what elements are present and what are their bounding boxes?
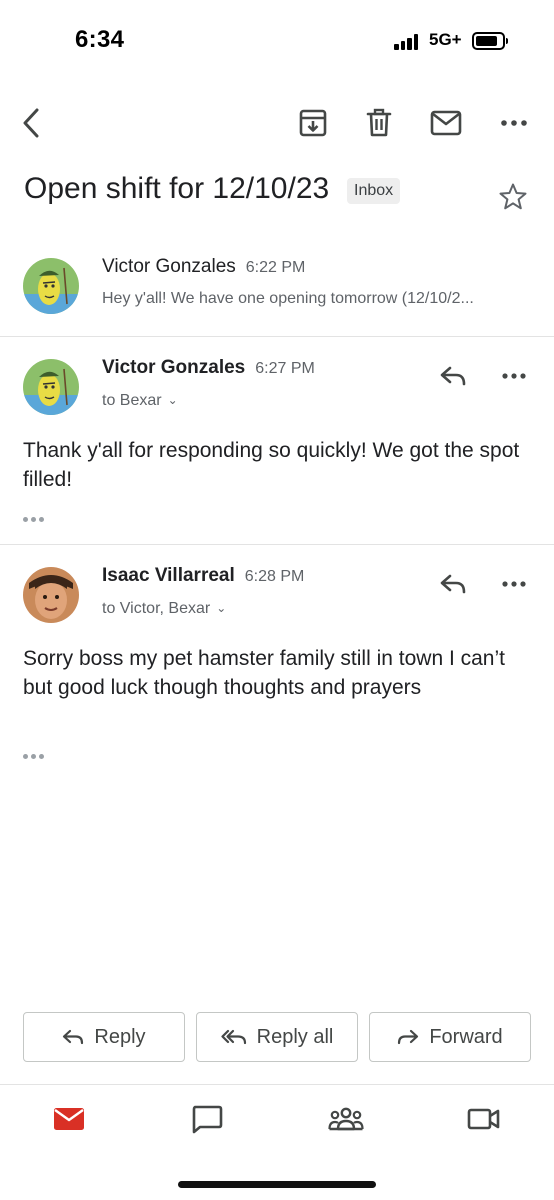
message-snippet: Hey y'all! We have one opening tomorrow … [102, 290, 474, 307]
toolbar [0, 95, 554, 151]
home-indicator[interactable] [178, 1181, 376, 1188]
message-body: Thank y'all for responding so quickly! W… [23, 439, 520, 491]
message-time: 6:28 PM [244, 568, 305, 585]
message-body: Sorry boss my pet hamster family still i… [23, 647, 505, 699]
reply-all-button[interactable]: Reply all [196, 1012, 358, 1062]
sender-label: Victor Gonzales [102, 256, 236, 277]
chat-icon[interactable] [183, 1101, 231, 1137]
email-subject: Open shift for 12/10/23 [24, 172, 330, 205]
sender-name: Victor Gonzales 6:22 PM [102, 256, 305, 278]
signal-icon [394, 34, 422, 50]
avatar [23, 359, 79, 415]
archive-icon[interactable] [293, 103, 333, 143]
message-collapsed[interactable]: Victor Gonzales 6:22 PM Hey y'all! We hav… [0, 250, 554, 336]
reply-icon[interactable] [433, 356, 473, 396]
inbox-label[interactable]: Inbox [347, 178, 401, 204]
message-time: 6:22 PM [245, 259, 306, 276]
avatar [23, 567, 79, 623]
recipients-toggle[interactable]: to Bexar ⌄ [102, 392, 178, 410]
battery-icon [472, 32, 508, 50]
sender-label: Victor Gonzales [102, 357, 246, 378]
reply-button[interactable]: Reply [23, 1012, 185, 1062]
sender-name: Victor Gonzales 6:27 PM [102, 357, 315, 379]
recipients-toggle[interactable]: to Victor, Bexar ⌄ [102, 600, 226, 618]
show-trimmed-content-icon[interactable] [23, 512, 53, 526]
mark-unread-icon[interactable] [426, 103, 466, 143]
reply-icon [63, 1029, 84, 1045]
mail-icon[interactable] [45, 1101, 93, 1137]
forward-label: Forward [429, 1025, 503, 1048]
reply-all-icon [221, 1029, 246, 1045]
forward-icon [398, 1029, 419, 1045]
message-expanded: Isaac Villarreal 6:28 PM to Victor, Bexar… [0, 545, 554, 775]
sender-name: Isaac Villarreal 6:28 PM [102, 565, 304, 587]
show-trimmed-content-icon[interactable] [23, 749, 53, 763]
status-time: 6:34 [75, 26, 125, 53]
recipients-label: to Bexar [102, 392, 162, 409]
meet-icon[interactable] [460, 1101, 508, 1137]
avatar [23, 258, 79, 314]
sender-label: Isaac Villarreal [102, 565, 235, 586]
chevron-down-icon: ⌄ [167, 393, 178, 407]
recipients-label: to Victor, Bexar [102, 600, 211, 617]
reply-label: Reply [94, 1025, 146, 1048]
spaces-icon[interactable] [322, 1101, 370, 1137]
forward-button[interactable]: Forward [369, 1012, 531, 1062]
message-time: 6:27 PM [255, 360, 315, 377]
subject-row: Open shift for 12/10/23 Inbox [24, 170, 534, 214]
back-icon[interactable] [12, 103, 52, 143]
reply-all-label: Reply all [256, 1025, 334, 1048]
chevron-down-icon: ⌄ [216, 601, 227, 615]
more-icon[interactable] [494, 356, 534, 396]
more-icon[interactable] [494, 564, 534, 604]
network-label: 5G+ [429, 30, 462, 49]
message-expanded: Victor Gonzales 6:27 PM to Bexar ⌄ Thank y… [0, 337, 554, 544]
bottom-nav [0, 1084, 554, 1200]
delete-icon[interactable] [359, 103, 399, 143]
star-icon[interactable] [498, 182, 530, 214]
more-icon[interactable] [494, 103, 534, 143]
reply-icon[interactable] [433, 564, 473, 604]
status-bar: 6:34 5G+ [0, 0, 554, 84]
